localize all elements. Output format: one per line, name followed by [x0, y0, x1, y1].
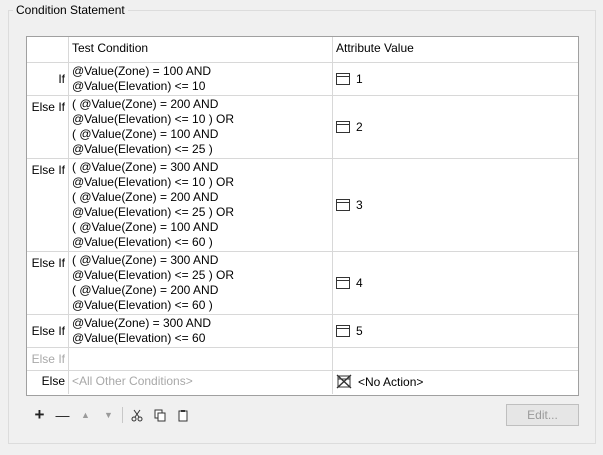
attribute-value-cell[interactable]: 4 [332, 252, 578, 315]
condition-type-label: Else If [31, 324, 65, 338]
toolbar-separator [122, 407, 123, 423]
attribute-value-text: 3 [356, 198, 363, 212]
test-condition-cell[interactable]: <All Other Conditions> [68, 371, 332, 394]
condition-table: Test Condition Attribute Value If @Value(… [26, 36, 579, 396]
condition-line: ( @Value(Zone) = 300 AND [72, 160, 219, 174]
test-condition-cell[interactable]: @Value(Zone) = 100 AND @Value(Elevation) … [68, 63, 332, 96]
attribute-value-cell[interactable]: 5 [332, 315, 578, 348]
condition-line: @Value(Elevation) <= 25 ) OR [72, 268, 235, 282]
condition-line: @Value(Elevation) <= 10 ) OR [72, 175, 235, 189]
attribute-value: <No Action> [336, 374, 423, 389]
cut-button[interactable] [125, 404, 148, 426]
attribute-value-text: 2 [356, 120, 363, 134]
condition-line: ( @Value(Zone) = 100 AND [72, 127, 219, 141]
condition-line: ( @Value(Zone) = 300 AND [72, 253, 219, 267]
copy-icon [154, 409, 165, 421]
header-label-cell [27, 37, 68, 62]
condition-line: @Value(Zone) = 100 AND [72, 64, 212, 78]
attribute-value: 3 [336, 198, 363, 212]
attribute-icon [336, 277, 350, 289]
attribute-value-cell[interactable]: <No Action> [332, 371, 578, 394]
attribute-icon [336, 199, 350, 211]
paste-icon [178, 409, 187, 421]
table-toolbar: + — ▲ ▼ [28, 404, 194, 426]
attribute-value-cell[interactable]: 1 [332, 63, 578, 96]
condition-type-label: Else If [31, 163, 65, 177]
attribute-value-cell[interactable] [332, 348, 578, 371]
attribute-icon [336, 121, 350, 133]
attribute-value-text: 1 [356, 72, 363, 86]
condition-type-label: Else If [31, 352, 65, 366]
paste-button[interactable] [171, 404, 194, 426]
edit-button[interactable]: Edit... [506, 404, 579, 426]
table-row[interactable]: Else If( @Value(Zone) = 300 AND @Value(El… [27, 158, 578, 252]
move-down-button[interactable]: ▼ [97, 404, 120, 426]
remove-row-button[interactable]: — [51, 404, 74, 426]
test-condition-cell[interactable]: @Value(Zone) = 300 AND @Value(Elevation) … [68, 315, 332, 348]
add-row-button[interactable]: + [28, 404, 51, 426]
table-row[interactable]: Else If( @Value(Zone) = 300 AND @Value(El… [27, 251, 578, 315]
attribute-value: 1 [336, 72, 363, 86]
table-row[interactable]: Else If @Value(Zone) = 300 AND @Value(Elev… [27, 314, 578, 348]
condition-type-label: Else If [31, 256, 65, 270]
test-condition-cell[interactable]: ( @Value(Zone) = 300 AND @Value(Elevation… [68, 159, 332, 252]
attribute-value-text: 5 [356, 324, 363, 338]
condition-type-label: Else If [31, 100, 65, 114]
table-header: Test Condition Attribute Value [27, 37, 578, 62]
condition-type-label: If [58, 72, 65, 86]
condition-line: @Value(Elevation) <= 10 ) OR [72, 112, 235, 126]
group-title: Condition Statement [13, 3, 128, 17]
attribute-icon [336, 325, 350, 337]
attribute-value: 5 [336, 324, 363, 338]
attribute-value: 4 [336, 276, 363, 290]
condition-line: ( @Value(Zone) = 200 AND [72, 283, 219, 297]
test-condition-cell[interactable]: ( @Value(Zone) = 200 AND @Value(Elevation… [68, 96, 332, 159]
table-row[interactable]: Else If( @Value(Zone) = 200 AND @Value(El… [27, 95, 578, 159]
attribute-value-cell[interactable]: 3 [332, 159, 578, 252]
no-action-text: <No Action> [358, 374, 424, 389]
else-row[interactable]: Else <All Other Conditions> <No Action> [27, 370, 578, 394]
all-other-conditions-text: <All Other Conditions> [72, 374, 193, 388]
scissors-icon [131, 409, 142, 421]
condition-line: ( @Value(Zone) = 200 AND [72, 190, 219, 204]
test-condition-cell[interactable]: ( @Value(Zone) = 300 AND @Value(Elevation… [68, 252, 332, 315]
condition-line: @Value(Elevation) <= 60 ) [72, 298, 213, 312]
table-row[interactable]: If @Value(Zone) = 100 AND @Value(Elevation… [27, 62, 578, 96]
test-condition-cell[interactable] [68, 348, 332, 371]
condition-line: @Value(Elevation) <= 60 ) [72, 235, 213, 249]
condition-type-label: Else [41, 374, 65, 388]
header-attribute-value: Attribute Value [332, 37, 578, 62]
copy-button[interactable] [148, 404, 171, 426]
condition-line: @Value(Zone) = 300 AND [72, 316, 212, 330]
condition-line: @Value(Elevation) <= 60 [72, 331, 206, 345]
attribute-value: 2 [336, 120, 363, 134]
header-test-condition: Test Condition [68, 37, 332, 62]
condition-line: @Value(Elevation) <= 25 ) [72, 142, 213, 156]
condition-line: ( @Value(Zone) = 200 AND [72, 97, 219, 111]
condition-line: @Value(Elevation) <= 25 ) OR [72, 205, 235, 219]
condition-line: @Value(Elevation) <= 10 [72, 79, 206, 93]
no-action-icon [336, 374, 352, 389]
attribute-value-text: 4 [356, 276, 363, 290]
condition-line: ( @Value(Zone) = 100 AND [72, 220, 219, 234]
move-up-button[interactable]: ▲ [74, 404, 97, 426]
attribute-value-cell[interactable]: 2 [332, 96, 578, 159]
attribute-icon [336, 73, 350, 85]
empty-else-if-row[interactable]: Else If [27, 347, 578, 371]
